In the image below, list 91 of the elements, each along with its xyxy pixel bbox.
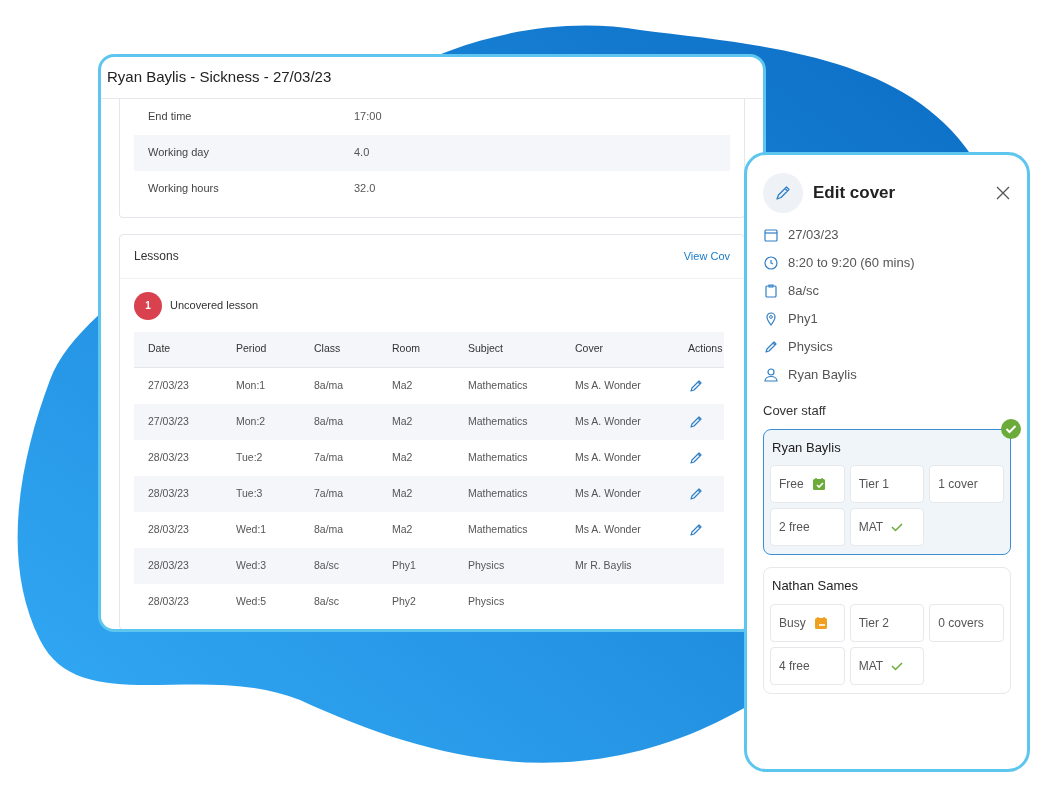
column-header: Room bbox=[378, 331, 454, 368]
detail-value: 17:00 bbox=[354, 109, 382, 125]
detail-text: Ryan Baylis bbox=[788, 366, 857, 385]
detail-value: 32.0 bbox=[354, 181, 376, 197]
table-cell: Ma2 bbox=[392, 450, 413, 463]
table-cell: Ma2 bbox=[392, 378, 413, 391]
table-cell: 8a/sc bbox=[314, 558, 340, 571]
table-cell: Mathematics bbox=[468, 378, 528, 391]
table-cell: 27/03/23 bbox=[148, 378, 189, 391]
table-cell: 8a/ma bbox=[314, 414, 344, 427]
detail-text: 8:20 to 9:20 (60 mins) bbox=[788, 254, 915, 273]
table-cell: 27/03/23 bbox=[148, 414, 189, 427]
clock-icon bbox=[763, 255, 779, 271]
person-icon bbox=[763, 367, 779, 383]
table-cell: 8a/sc bbox=[314, 594, 340, 607]
chip-text: Free bbox=[779, 476, 804, 493]
window-title: Ryan Baylis - Sickness - 27/03/23 bbox=[101, 57, 763, 99]
detail-text: Physics bbox=[788, 338, 833, 357]
chip-text: MAT bbox=[858, 519, 884, 536]
staff-card[interactable]: Nathan Sames Busy Tier 2 0 covers 4 free MAT bbox=[763, 567, 1011, 694]
table-cell: 7a/ma bbox=[314, 450, 344, 463]
table-cell: 28/03/23 bbox=[148, 558, 189, 571]
staff-card[interactable]: Ryan Baylis Free Tier 1 1 cover 2 free MAT bbox=[763, 428, 1011, 555]
chip-text: Busy bbox=[779, 614, 806, 632]
table-cell: 8a/ma bbox=[314, 378, 344, 391]
staff-name: Nathan Sames bbox=[772, 577, 859, 595]
free-chip: 4 free bbox=[770, 646, 845, 685]
section-title: Cover staff bbox=[763, 402, 827, 420]
panel-title: Edit cover bbox=[813, 182, 897, 205]
table-cell: 28/03/23 bbox=[148, 450, 189, 463]
detail-label: End time bbox=[147, 109, 193, 125]
tier-chip: Tier 1 bbox=[849, 465, 925, 503]
pencil-icon bbox=[774, 184, 792, 202]
detail-label: Working day bbox=[147, 145, 210, 161]
close-button[interactable] bbox=[995, 185, 1011, 201]
column-header: Date bbox=[134, 331, 222, 368]
table-cell: Mathematics bbox=[468, 486, 528, 499]
calendar-icon bbox=[763, 227, 779, 243]
table-cell: Wed:1 bbox=[236, 522, 267, 535]
table-cell: Ma2 bbox=[392, 486, 413, 499]
table-cell: 7a/ma bbox=[314, 486, 344, 499]
table-cell: Ma2 bbox=[392, 522, 413, 535]
table-cell: Mathematics bbox=[468, 450, 528, 463]
table-cell: Physics bbox=[468, 558, 505, 571]
column-header: Actions bbox=[674, 331, 724, 368]
column-header: Subject bbox=[454, 331, 561, 368]
section-title: Lessons bbox=[134, 248, 179, 265]
chip-text: MAT bbox=[858, 657, 884, 675]
table-cell: Ms A. Wonder bbox=[575, 522, 641, 535]
table-cell: Mon:2 bbox=[236, 414, 266, 427]
table-cell: Ms A. Wonder bbox=[575, 486, 641, 499]
table-cell: 28/03/23 bbox=[148, 594, 189, 607]
table-cell: 8a/ma bbox=[314, 522, 344, 535]
table-cell: Phy2 bbox=[392, 594, 416, 607]
table-cell: 28/03/23 bbox=[148, 522, 189, 535]
detail-label: Working hours bbox=[147, 181, 220, 197]
detail-text: 8a/sc bbox=[788, 282, 820, 301]
check-badge-icon bbox=[1001, 418, 1021, 439]
table-cell: Ms A. Wonder bbox=[575, 378, 641, 391]
view-cover-link[interactable]: View Cov bbox=[683, 247, 730, 265]
table-cell: Mathematics bbox=[468, 414, 528, 427]
table-cell: Ms A. Wonder bbox=[575, 450, 641, 463]
count-badge: 1 bbox=[134, 291, 162, 320]
table-cell: Wed:5 bbox=[236, 594, 267, 607]
column-header: Class bbox=[300, 331, 378, 368]
detail-text: 27/03/23 bbox=[788, 226, 839, 245]
table-cell: Phy1 bbox=[392, 558, 416, 571]
table-cell: Wed:3 bbox=[236, 558, 267, 571]
pencil-icon bbox=[763, 339, 779, 355]
column-header: Period bbox=[222, 331, 300, 368]
table-cell: Ms A. Wonder bbox=[575, 414, 641, 427]
covers-chip: 0 covers bbox=[929, 603, 1004, 642]
table-cell: Mr R. Baylis bbox=[575, 558, 632, 571]
table-cell: Mon:1 bbox=[236, 378, 266, 391]
tier-chip: Tier 2 bbox=[849, 603, 925, 642]
uncovered-label: Uncovered lesson bbox=[170, 298, 259, 314]
table-cell: 28/03/23 bbox=[148, 486, 189, 499]
table-cell: Physics bbox=[468, 594, 505, 607]
detail-text: Phy1 bbox=[788, 310, 818, 329]
table-cell: Tue:2 bbox=[236, 450, 263, 463]
column-header: Cover bbox=[561, 331, 674, 368]
table-cell: Tue:3 bbox=[236, 486, 263, 499]
table-cell: Ma2 bbox=[392, 414, 413, 427]
free-chip: 2 free bbox=[770, 508, 845, 546]
clipboard-icon bbox=[763, 283, 779, 299]
staff-name: Ryan Baylis bbox=[772, 438, 842, 457]
close-icon bbox=[995, 185, 1011, 201]
covers-chip: 1 cover bbox=[929, 465, 1004, 503]
table-cell: Mathematics bbox=[468, 522, 528, 535]
location-pin-icon bbox=[763, 311, 779, 327]
detail-value: 4.0 bbox=[354, 145, 370, 161]
